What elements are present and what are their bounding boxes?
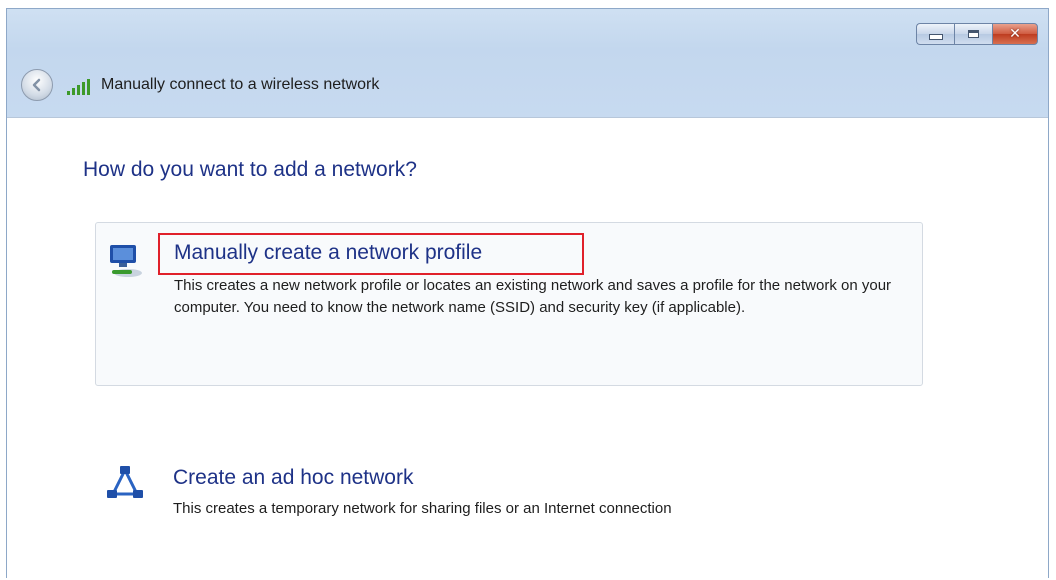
maximize-icon [968,30,979,38]
close-icon: ✕ [1009,26,1021,42]
option-description: This creates a new network profile or lo… [174,277,892,316]
highlight-box [158,233,584,275]
minimize-button[interactable] [916,23,954,45]
window-title: Manually connect to a wireless network [101,76,380,93]
back-arrow-icon [32,78,41,92]
back-button[interactable] [21,69,53,101]
maximize-button[interactable] [954,23,992,45]
wizard-content: How do you want to add a network? Manual… [7,117,1048,580]
wizard-window: ✕ Manually connect to a wireless network… [6,8,1049,580]
option-title[interactable]: Create an ad hoc network [173,466,413,490]
wireless-signal-icon [67,75,93,95]
close-button[interactable]: ✕ [992,23,1038,45]
option-description: This creates a temporary network for sha… [173,500,672,517]
navigation-bar: Manually connect to a wireless network [21,69,379,101]
caption-buttons: ✕ [916,23,1038,45]
ad-hoc-network-icon [107,466,143,498]
page-heading: How do you want to add a network? [83,158,417,181]
minimize-icon [928,34,943,40]
manual-profile-option[interactable]: Manually create a network profile This c… [95,222,923,386]
ad-hoc-option[interactable]: Create an ad hoc network This creates a … [95,458,923,538]
network-computer-icon [110,245,142,277]
